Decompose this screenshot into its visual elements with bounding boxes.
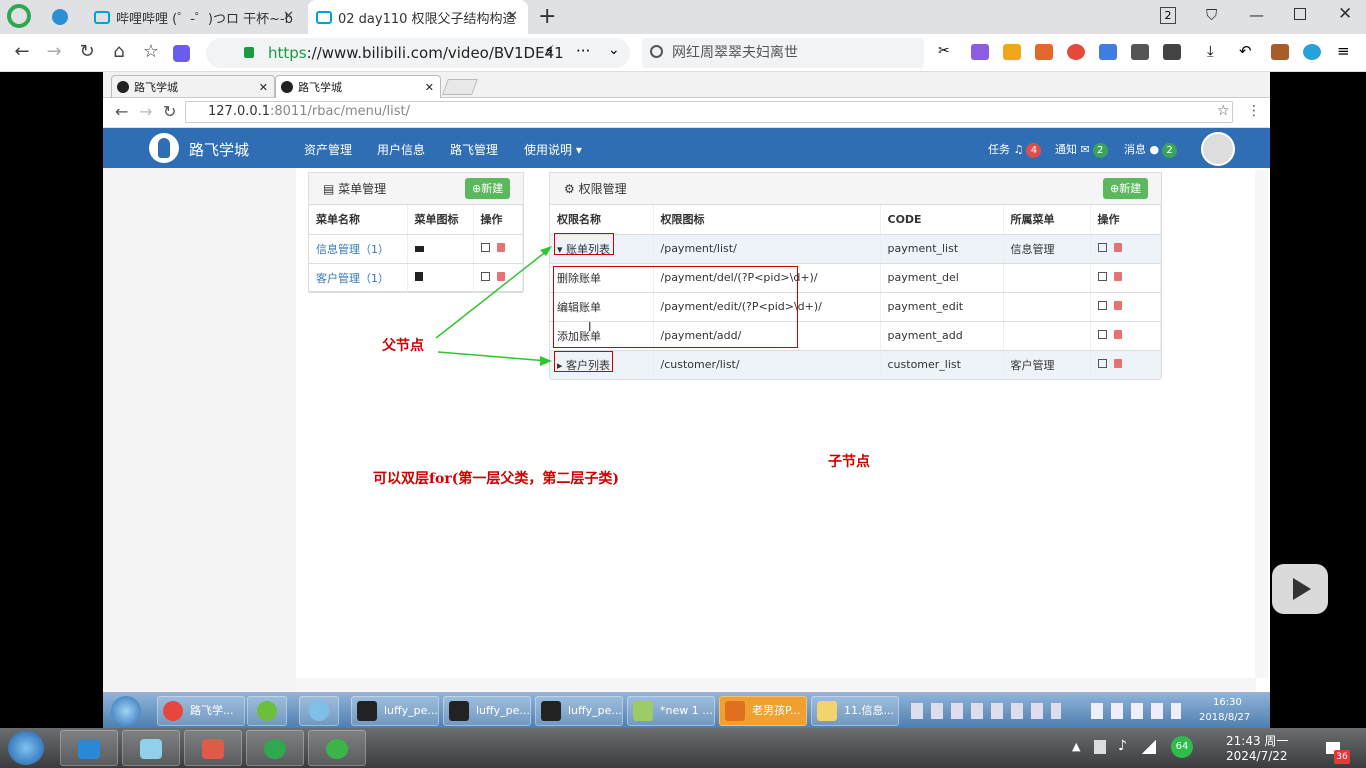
notepad-icon (633, 701, 653, 721)
chrome-icon (163, 701, 183, 721)
recorded-clock-date: 2018/8/27 (1199, 712, 1251, 723)
recorded-task-label: 老男孩P... (752, 704, 801, 717)
windows-start-button[interactable] (8, 731, 44, 765)
recorded-task-label: luffy_pe... (568, 704, 622, 717)
recorded-task-label: luffy_pe... (384, 704, 438, 717)
taskbar-notes[interactable] (122, 730, 180, 766)
pycharm-icon (449, 701, 469, 721)
taskbar-wechat[interactable] (308, 730, 366, 766)
windows-taskbar: ▲ ♪ 64 21:43 周一 2024/7/22 36 (0, 728, 1366, 768)
annotation-arrows (435, 246, 552, 366)
notebook-icon (140, 739, 162, 759)
folder-icon (817, 701, 837, 721)
tiles-icon (78, 739, 100, 759)
briefcase-icon (725, 701, 745, 721)
recorded-task-label: 路飞学... (190, 704, 234, 717)
child-node-label: 子节点 (828, 454, 870, 470)
leaf-icon (257, 701, 277, 721)
notification-badge: 36 (1334, 750, 1350, 764)
recorded-task-label: luffy_pe... (476, 704, 530, 717)
volume-icon[interactable]: ♪ (1118, 738, 1127, 754)
recorded-task-label: *new 1 ... (660, 704, 713, 717)
recorded-task-label: 11.信息... (844, 704, 894, 717)
recorded-task-notepad[interactable]: *new 1 ... (627, 696, 715, 726)
paint-icon (202, 739, 224, 759)
signal-icon[interactable] (1142, 740, 1156, 754)
clock-time[interactable]: 21:43 周一 (1226, 732, 1288, 749)
recorded-taskbar: 路飞学... luffy_pe... luffy_pe... luffy_pe.… (103, 692, 1270, 728)
recorded-start-button[interactable] (111, 696, 141, 726)
recorded-clock-time: 16:30 (1213, 697, 1242, 708)
recorded-task-pycharm[interactable]: luffy_pe... (351, 696, 439, 726)
recorded-task-pycharm[interactable]: luffy_pe... (535, 696, 623, 726)
screen: { "outer_browser": { "tabs": [ {"title":… (0, 0, 1366, 768)
taskbar-paint[interactable] (184, 730, 242, 766)
tray-chevron-icon[interactable]: ▲ (1072, 740, 1080, 753)
flower-icon (309, 701, 329, 721)
pycharm-icon (357, 701, 377, 721)
pycharm-icon (541, 701, 561, 721)
clock-date[interactable]: 2024/7/22 (1226, 749, 1288, 763)
recorded-task-app[interactable] (299, 696, 339, 726)
taskbar-browser[interactable] (246, 730, 304, 766)
wechat-icon (326, 739, 348, 759)
recorded-tray-icons (911, 703, 1061, 719)
taskbar-task-view[interactable] (60, 730, 118, 766)
recorded-task-app[interactable] (247, 696, 287, 726)
recorded-task-browser[interactable]: 老男孩P... (719, 696, 807, 726)
recorded-task-pycharm[interactable]: luffy_pe... (443, 696, 531, 726)
parent-node-label: 父节点 (382, 338, 424, 354)
recorded-task-folder[interactable]: 11.信息... (811, 696, 899, 726)
mouse-cursor: I (588, 320, 592, 334)
battery-indicator[interactable]: 64 (1171, 736, 1193, 758)
tray-device-icon[interactable] (1094, 740, 1106, 754)
recorded-tray-status-icons (1091, 703, 1181, 719)
recorded-task-chrome[interactable]: 路飞学... (157, 696, 245, 726)
loop-note-label: 可以双层for(第一层父类，第二层子类) (373, 471, 619, 487)
browser-e-icon (264, 739, 286, 759)
